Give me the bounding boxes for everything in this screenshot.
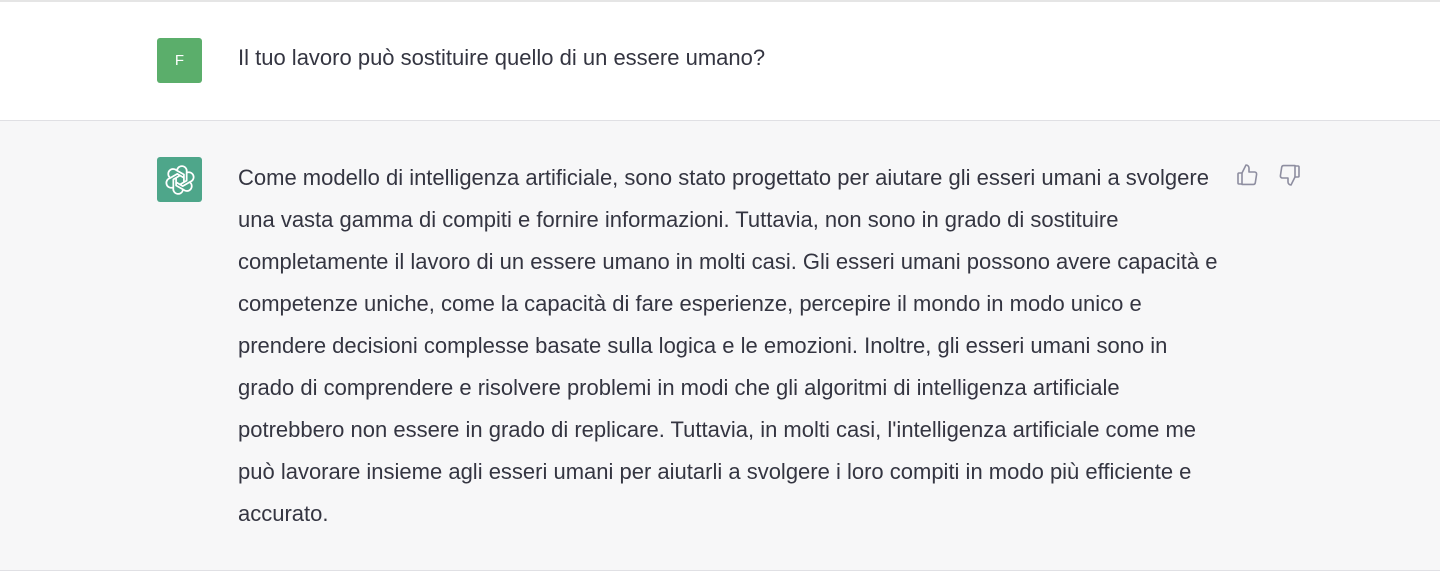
user-avatar-letter: F: [174, 52, 185, 69]
user-message-row: F Il tuo lavoro può sostituire quello di…: [0, 2, 1440, 121]
thumbs-up-button[interactable]: [1234, 162, 1260, 188]
openai-logo-icon: [165, 164, 194, 195]
assistant-message-text: Come modello di intelligenza artificiale…: [238, 165, 1218, 526]
assistant-avatar: [157, 157, 202, 202]
thumbs-up-icon: [1237, 164, 1258, 186]
user-message-text: Il tuo lavoro può sostituire quello di u…: [238, 45, 766, 70]
thumbs-down-icon: [1279, 164, 1300, 186]
thumbs-down-button[interactable]: [1277, 162, 1303, 188]
user-avatar: F: [157, 38, 202, 83]
assistant-message-row: Come modello di intelligenza artificiale…: [0, 121, 1440, 571]
